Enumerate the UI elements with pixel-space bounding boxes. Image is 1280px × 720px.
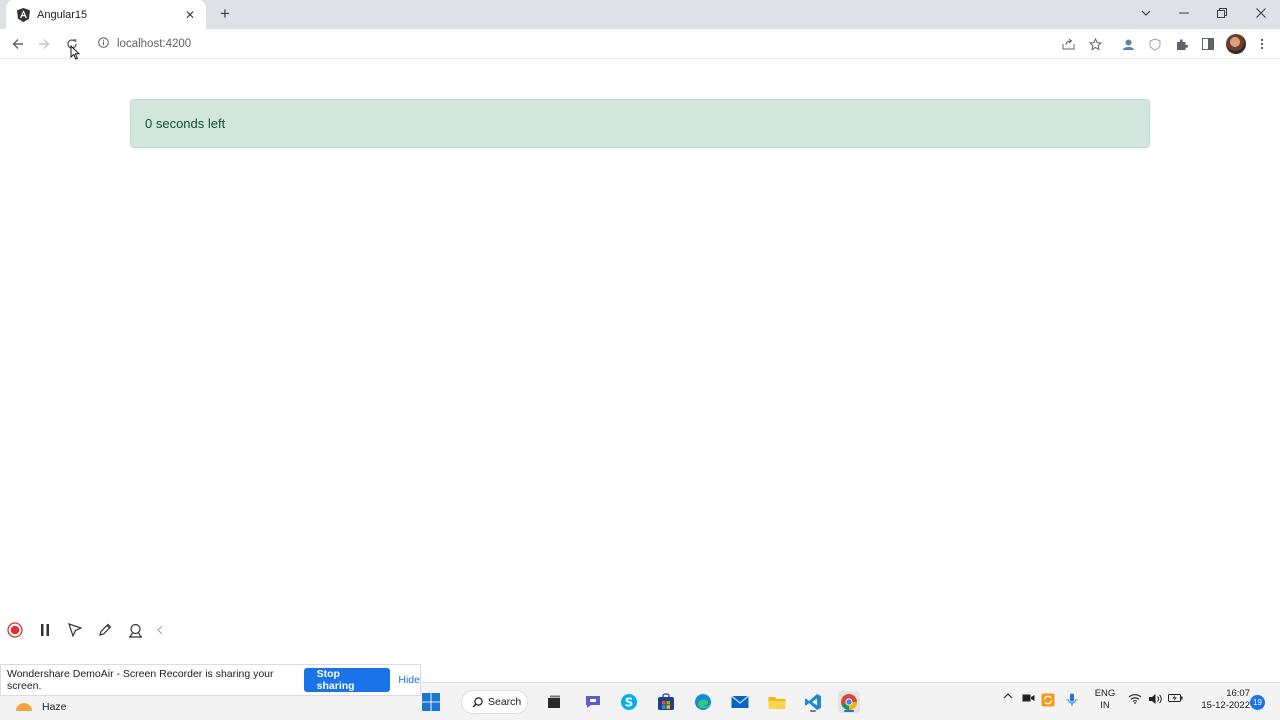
- microphone-icon[interactable]: [1067, 693, 1077, 707]
- notification-badge[interactable]: 19: [1250, 695, 1265, 710]
- sharing-message: Wondershare DemoAir - Screen Recorder is…: [7, 668, 274, 692]
- task-view-icon[interactable]: [543, 691, 565, 713]
- clock-time: 16:07: [1226, 688, 1250, 699]
- stop-sharing-button[interactable]: Stop sharing: [303, 668, 391, 692]
- clock-date: 15-12-2022: [1201, 700, 1250, 711]
- site-info-icon[interactable]: [98, 37, 109, 51]
- cursor-tool-icon[interactable]: [60, 615, 90, 645]
- tab-title: Angular15: [37, 8, 88, 21]
- lang-region: IN: [1100, 700, 1110, 711]
- pause-icon[interactable]: [30, 615, 60, 645]
- address-bar[interactable]: localhost:4200: [90, 31, 1110, 57]
- tab-search-icon[interactable]: [1129, 0, 1163, 26]
- pen-tool-icon[interactable]: [90, 615, 120, 645]
- microsoft-store-icon[interactable]: [655, 691, 677, 713]
- search-icon: [472, 696, 483, 708]
- vscode-icon[interactable]: [802, 691, 824, 713]
- windows-start-icon[interactable]: [420, 691, 442, 713]
- search-label: Search: [488, 696, 522, 708]
- bookmark-star-icon[interactable]: [1085, 34, 1105, 54]
- running-indicator: [810, 710, 816, 712]
- extensions-puzzle-icon[interactable]: [1171, 34, 1191, 54]
- lang-code: ENG: [1094, 688, 1116, 699]
- mouse-cursor-icon: [70, 45, 80, 60]
- tab-strip: Angular15 ✕ +: [0, 0, 1280, 29]
- edge-icon[interactable]: [692, 691, 714, 713]
- tab-close-icon[interactable]: ✕: [182, 7, 198, 23]
- recorder-toolbar: [0, 614, 176, 646]
- battery-charging-icon[interactable]: [1168, 693, 1183, 703]
- chrome-icon[interactable]: [838, 691, 860, 713]
- countdown-alert: 0 seconds left: [130, 99, 1150, 148]
- taskbar-search[interactable]: Search: [461, 690, 528, 714]
- back-icon[interactable]: [8, 34, 28, 54]
- restore-icon[interactable]: [1205, 0, 1239, 26]
- tab-angular15[interactable]: Angular15 ✕: [6, 0, 206, 29]
- wifi-icon[interactable]: [1128, 693, 1142, 704]
- mail-icon[interactable]: [729, 691, 751, 713]
- skype-icon[interactable]: S: [618, 691, 640, 713]
- svg-text:S: S: [625, 696, 634, 710]
- share-icon[interactable]: [1058, 34, 1078, 54]
- browser-toolbar: localhost:4200: [0, 29, 1280, 59]
- weather-widget[interactable]: Haze: [16, 701, 67, 713]
- shield-icon[interactable]: [1145, 34, 1165, 54]
- new-tab-icon[interactable]: +: [216, 4, 234, 23]
- extension-profile-icon[interactable]: [1118, 34, 1138, 54]
- angular-icon: [16, 7, 30, 22]
- forward-icon[interactable]: [34, 34, 54, 54]
- weather-label: Haze: [42, 701, 67, 713]
- minimize-icon[interactable]: [1167, 0, 1201, 26]
- system-clock[interactable]: 16:07 15-12-2022: [1190, 688, 1250, 712]
- camera-tray-icon[interactable]: [1022, 693, 1035, 703]
- hide-button[interactable]: Hide: [398, 674, 420, 686]
- chevron-up-icon[interactable]: [1003, 693, 1013, 699]
- teams-chat-icon[interactable]: [582, 691, 604, 713]
- collapse-chevron-icon[interactable]: [150, 615, 170, 645]
- countdown-text: 0 seconds left: [145, 116, 226, 131]
- side-panel-icon[interactable]: [1198, 34, 1218, 54]
- profile-avatar[interactable]: [1226, 34, 1246, 54]
- volume-icon[interactable]: [1148, 693, 1162, 705]
- screen-sharing-bar: Wondershare DemoAir - Screen Recorder is…: [0, 664, 421, 696]
- close-window-icon[interactable]: [1244, 0, 1278, 26]
- sync-tray-icon[interactable]: [1041, 693, 1055, 707]
- record-stop-icon[interactable]: [0, 615, 30, 645]
- active-indicator: [844, 710, 854, 712]
- haze-weather-icon: [16, 703, 32, 711]
- url-text: localhost:4200: [117, 38, 192, 50]
- file-explorer-icon[interactable]: [766, 691, 788, 713]
- more-menu-icon[interactable]: [1252, 34, 1272, 54]
- language-indicator[interactable]: ENG IN: [1094, 688, 1116, 712]
- webcam-tool-icon[interactable]: [120, 615, 150, 645]
